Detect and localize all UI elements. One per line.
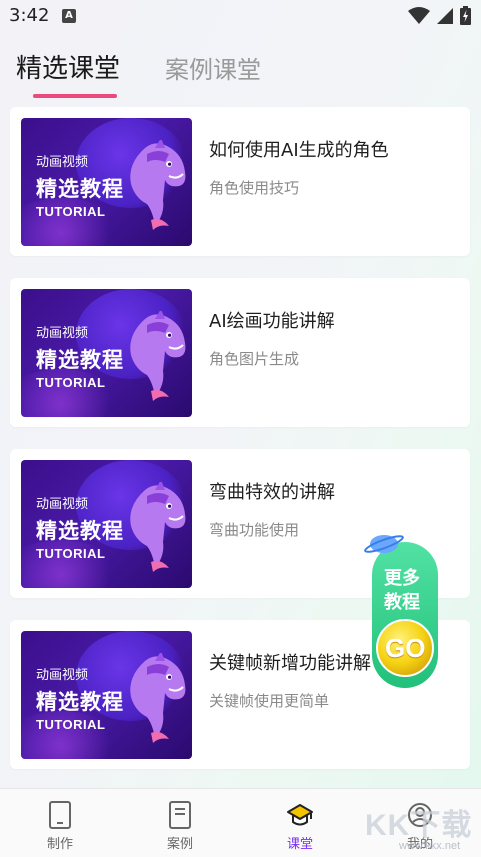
thumbnail-line2: 精选教程 bbox=[36, 348, 124, 372]
thumbnail-line1: 动画视频 bbox=[36, 497, 89, 512]
status-time: 3:42 bbox=[9, 5, 50, 26]
thumbnail-line3: TUTORIAL bbox=[36, 375, 106, 390]
thumbnail-line2: 精选教程 bbox=[36, 519, 124, 543]
status-bar: 3:42 A bbox=[0, 0, 481, 34]
course-title: 关键帧新增功能讲解 bbox=[209, 653, 371, 674]
wifi-icon bbox=[408, 6, 430, 24]
nav-item-cases[interactable]: 案例 bbox=[120, 789, 240, 857]
phone-icon bbox=[49, 801, 71, 829]
course-title: AI绘画功能讲解 bbox=[209, 311, 335, 332]
course-card[interactable]: 动画视频 精选教程 TUTORIAL 如何使用AI生成的角色 角色使用技巧 bbox=[10, 107, 470, 256]
document-icon bbox=[169, 801, 191, 829]
thumbnail-line3: TUTORIAL bbox=[36, 204, 106, 219]
dolphin-mascot-icon bbox=[130, 311, 186, 401]
nav-label-mine: 我的 bbox=[406, 837, 433, 852]
course-thumbnail: 动画视频 精选教程 TUTORIAL bbox=[21, 118, 192, 246]
tab-featured[interactable]: 精选课堂 bbox=[16, 48, 120, 85]
thumbnail-line2: 精选教程 bbox=[36, 690, 124, 714]
thumbnail-line3: TUTORIAL bbox=[36, 717, 106, 732]
dolphin-mascot-icon bbox=[130, 653, 186, 743]
status-icons bbox=[408, 6, 471, 25]
course-title: 如何使用AI生成的角色 bbox=[209, 140, 389, 161]
course-subtitle: 弯曲功能使用 bbox=[209, 521, 300, 539]
battery-charging-icon bbox=[460, 6, 471, 25]
course-thumbnail: 动画视频 精选教程 TUTORIAL bbox=[21, 460, 192, 588]
course-tabs: 精选课堂 案例课堂 bbox=[0, 44, 481, 100]
thumbnail-line1: 动画视频 bbox=[36, 326, 89, 341]
graduation-cap-icon bbox=[287, 804, 313, 826]
thumbnail-line3: TUTORIAL bbox=[36, 546, 106, 561]
active-tab-indicator bbox=[33, 94, 117, 98]
course-card[interactable]: 动画视频 精选教程 TUTORIAL AI绘画功能讲解 角色图片生成 bbox=[10, 278, 470, 427]
nav-item-mine[interactable]: 我的 bbox=[360, 789, 480, 857]
nav-label-cases: 案例 bbox=[166, 837, 193, 852]
tutorials-label: 教程 bbox=[384, 592, 420, 613]
course-subtitle: 角色使用技巧 bbox=[209, 179, 300, 197]
nav-label-make: 制作 bbox=[46, 837, 73, 852]
signal-icon bbox=[437, 7, 453, 24]
course-thumbnail: 动画视频 精选教程 TUTORIAL bbox=[21, 631, 192, 759]
more-label: 更多 bbox=[384, 568, 420, 589]
nav-item-make[interactable]: 制作 bbox=[0, 789, 120, 857]
thumbnail-line1: 动画视频 bbox=[36, 668, 89, 683]
course-thumbnail: 动画视频 精选教程 TUTORIAL bbox=[21, 289, 192, 417]
thumbnail-line2: 精选教程 bbox=[36, 177, 124, 201]
course-subtitle: 关键帧使用更简单 bbox=[209, 692, 330, 710]
more-tutorials-go-button[interactable]: 更多 教程 GO bbox=[364, 530, 444, 690]
dolphin-mascot-icon bbox=[130, 482, 186, 572]
course-title: 弯曲特效的讲解 bbox=[209, 482, 335, 503]
go-label: GO bbox=[385, 633, 426, 663]
bottom-navigation: 制作 案例 课堂 我的 bbox=[0, 788, 481, 857]
course-subtitle: 角色图片生成 bbox=[209, 350, 300, 368]
a-letter-icon: A bbox=[62, 9, 76, 23]
profile-icon bbox=[408, 803, 432, 827]
thumbnail-line1: 动画视频 bbox=[36, 155, 89, 170]
nav-label-classroom: 课堂 bbox=[286, 837, 313, 852]
tab-cases[interactable]: 案例课堂 bbox=[165, 50, 261, 85]
dolphin-mascot-icon bbox=[130, 140, 186, 230]
nav-item-classroom[interactable]: 课堂 bbox=[240, 789, 360, 857]
